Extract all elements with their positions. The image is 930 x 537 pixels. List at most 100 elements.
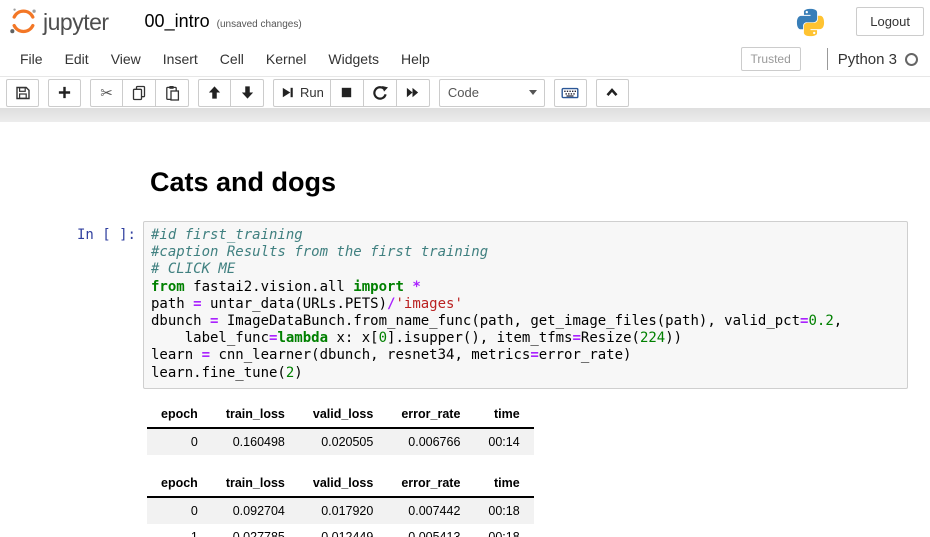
- code-cell: In [ ]: #id first_training#caption Resul…: [0, 221, 930, 389]
- keyboard-icon: [561, 85, 579, 101]
- table-cell: 0.017920: [299, 497, 387, 524]
- column-header: epoch: [147, 470, 212, 497]
- cut-icon: ✂: [100, 84, 113, 102]
- code-line: learn = cnn_learner(dbunch, resnet34, me…: [151, 347, 901, 364]
- table-cell: 0.005413: [387, 524, 474, 537]
- column-header: time: [474, 401, 533, 428]
- table-cell: 0: [147, 428, 212, 455]
- table-cell: 00:18: [474, 497, 533, 524]
- table-cell: 0.160498: [212, 428, 299, 455]
- command-palette-button[interactable]: [554, 79, 587, 107]
- menu-bar: FileEditViewInsertCellKernelWidgetsHelp …: [0, 42, 930, 77]
- cell-type-select-wrap: Code: [439, 79, 545, 107]
- paste-icon: [164, 85, 180, 101]
- restart-kernel-button[interactable]: [364, 79, 397, 107]
- markdown-cell[interactable]: Cats and dogs: [0, 167, 930, 198]
- move-cell-up-button[interactable]: [198, 79, 231, 107]
- stop-icon: [339, 85, 354, 100]
- top-bar: jupyter 00_intro (unsaved changes) Logou…: [0, 0, 930, 42]
- code-line: label_func=lambda x: x[0].isupper(), ite…: [151, 330, 901, 347]
- output-table: epochtrain_lossvalid_losserror_ratetime0…: [147, 470, 534, 537]
- collapse-header-button[interactable]: [596, 79, 629, 107]
- arrow-up-icon: [207, 85, 222, 100]
- markdown-heading: Cats and dogs: [143, 167, 336, 198]
- menu-item-kernel[interactable]: Kernel: [255, 43, 317, 75]
- cell-type-select[interactable]: Code: [439, 79, 545, 107]
- menu-item-view[interactable]: View: [100, 43, 152, 75]
- table-cell: 0.007442: [387, 497, 474, 524]
- run-button[interactable]: Run: [273, 79, 331, 107]
- menu-item-widgets[interactable]: Widgets: [317, 43, 390, 75]
- menu-item-insert[interactable]: Insert: [152, 43, 209, 75]
- notebook-title[interactable]: 00_intro: [145, 11, 210, 32]
- code-line: from fastai2.vision.all import *: [151, 279, 901, 296]
- jupyter-notebook-app: jupyter 00_intro (unsaved changes) Logou…: [0, 0, 930, 537]
- output-area: epochtrain_lossvalid_losserror_ratetime0…: [147, 401, 930, 537]
- menu-item-file[interactable]: File: [9, 43, 54, 75]
- fast-forward-icon: [405, 85, 420, 100]
- save-button[interactable]: [6, 79, 39, 107]
- table-cell: 0: [147, 497, 212, 524]
- code-line: #id first_training: [151, 227, 901, 244]
- menu-item-help[interactable]: Help: [390, 43, 441, 75]
- output-table: epochtrain_lossvalid_losserror_ratetime0…: [147, 401, 534, 455]
- divider: [827, 48, 828, 70]
- column-header: epoch: [147, 401, 212, 428]
- code-line: learn.fine_tune(2): [151, 365, 901, 382]
- logout-button[interactable]: Logout: [856, 7, 924, 36]
- table-cell: 00:14: [474, 428, 533, 455]
- python-logo-icon: [795, 7, 826, 38]
- add-cell-button[interactable]: [48, 79, 81, 107]
- jupyter-planet-icon: [7, 5, 40, 38]
- table-cell: 00:18: [474, 524, 533, 537]
- kernel-name: Python 3: [838, 51, 897, 68]
- arrow-down-icon: [240, 85, 255, 100]
- kernel-idle-icon: [905, 53, 918, 66]
- interrupt-kernel-button[interactable]: [331, 79, 364, 107]
- table-row: 00.0927040.0179200.00744200:18: [147, 497, 534, 524]
- column-header: error_rate: [387, 470, 474, 497]
- menu-item-cell[interactable]: Cell: [209, 43, 255, 75]
- checkpoint-status: (unsaved changes): [217, 19, 302, 30]
- table-cell: 1: [147, 524, 212, 537]
- column-header: error_rate: [387, 401, 474, 428]
- table-row: 10.0277850.0124490.00541300:18: [147, 524, 534, 537]
- input-prompt: In [ ]:: [0, 221, 136, 389]
- notebook-area: Cats and dogs In [ ]: #id first_training…: [0, 122, 930, 537]
- copy-cell-button[interactable]: [123, 79, 156, 107]
- toolbar: ✂: [0, 77, 930, 108]
- menu-item-edit[interactable]: Edit: [54, 43, 100, 75]
- notebook-title-group: 00_intro (unsaved changes): [145, 11, 302, 32]
- column-header: time: [474, 470, 533, 497]
- column-header: train_loss: [212, 470, 299, 497]
- copy-icon: [131, 85, 147, 101]
- refresh-icon: [372, 85, 388, 101]
- code-line: path = untar_data(URLs.PETS)/'images': [151, 296, 901, 313]
- jupyter-logo[interactable]: jupyter: [7, 5, 109, 38]
- table-row: 00.1604980.0205050.00676600:14: [147, 428, 534, 455]
- table-cell: 0.092704: [212, 497, 299, 524]
- code-editor[interactable]: #id first_training#caption Results from …: [143, 221, 908, 389]
- trusted-button[interactable]: Trusted: [741, 47, 801, 71]
- restart-run-all-button[interactable]: [397, 79, 430, 107]
- paste-cell-button[interactable]: [156, 79, 189, 107]
- run-label: Run: [300, 85, 324, 100]
- save-icon: [15, 85, 31, 101]
- code-line: dbunch = ImageDataBunch.from_name_func(p…: [151, 313, 901, 330]
- table-cell: 0.020505: [299, 428, 387, 455]
- code-line: # CLICK ME: [151, 261, 901, 278]
- header-shadow: [0, 108, 930, 122]
- move-cell-down-button[interactable]: [231, 79, 264, 107]
- column-header: valid_loss: [299, 401, 387, 428]
- code-line: #caption Results from the first training: [151, 244, 901, 261]
- cut-cell-button[interactable]: ✂: [90, 79, 123, 107]
- plus-icon: [57, 85, 72, 100]
- column-header: valid_loss: [299, 470, 387, 497]
- menubar-items: FileEditViewInsertCellKernelWidgetsHelp: [9, 43, 441, 75]
- table-cell: 0.012449: [299, 524, 387, 537]
- table-cell: 0.027785: [212, 524, 299, 537]
- column-header: train_loss: [212, 401, 299, 428]
- jupyter-wordmark: jupyter: [43, 9, 109, 36]
- step-forward-icon: [280, 85, 295, 100]
- chevron-up-icon: [604, 85, 620, 100]
